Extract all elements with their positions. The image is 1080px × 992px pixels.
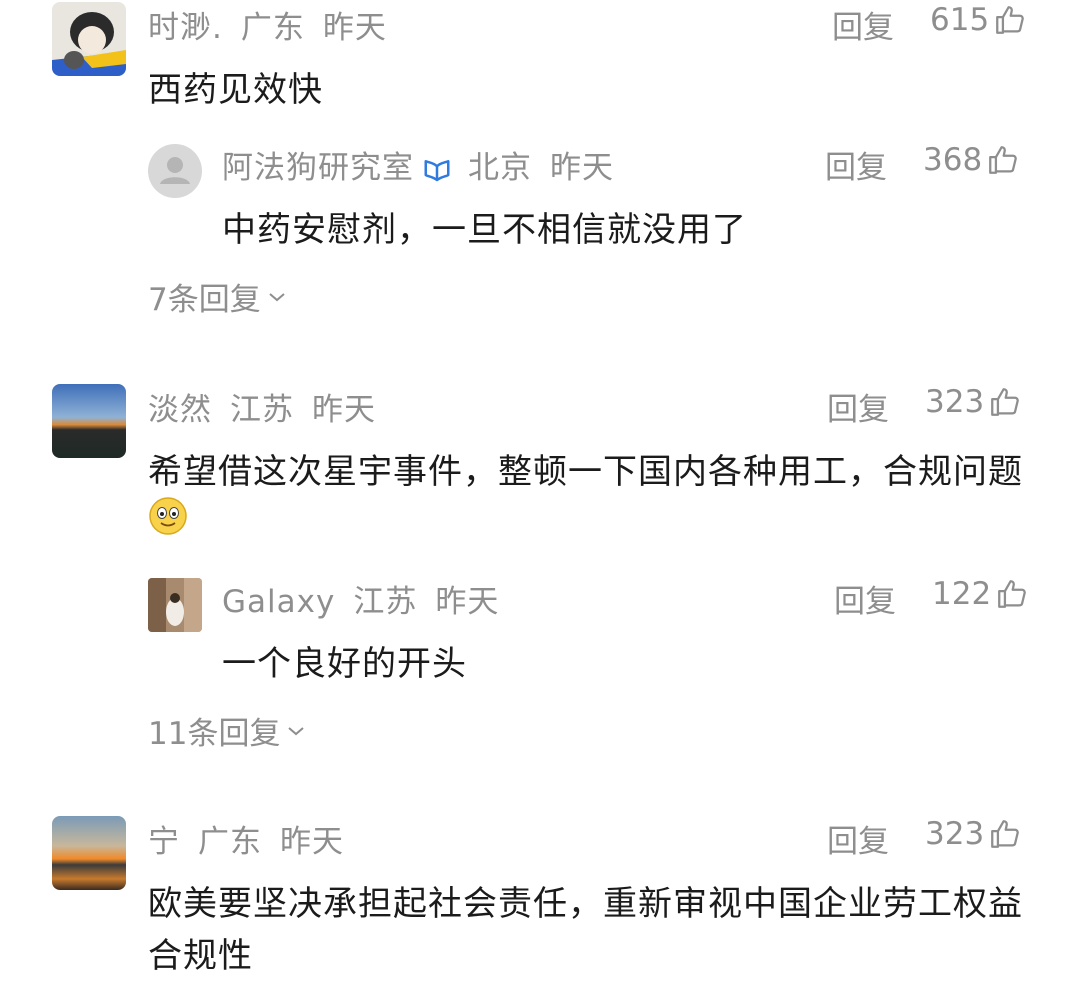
thumbs-up-icon <box>991 820 1019 848</box>
timestamp: 昨天 <box>550 150 614 186</box>
timestamp: 昨天 <box>280 824 344 860</box>
comment-text: 西药见效快 <box>148 70 323 110</box>
like-count: 615 <box>930 2 990 38</box>
thumbs-up-icon <box>996 6 1024 34</box>
reply-button[interactable]: 回复 <box>825 142 887 187</box>
verified-badge-icon <box>424 159 450 181</box>
more-replies-link[interactable]: 11条回复 <box>148 708 306 753</box>
comment-text-line-2: 合规性 <box>148 936 253 976</box>
reply-meta: Galaxy 江苏 昨天 <box>222 576 517 621</box>
like-count: 122 <box>932 576 992 612</box>
chevron-down-icon <box>269 292 285 301</box>
timestamp: 昨天 <box>322 10 387 46</box>
reply-meta: 阿法狗研究室 北京 昨天 <box>222 142 632 187</box>
thumbs-up-icon <box>991 388 1019 416</box>
thumbs-up-icon <box>998 580 1026 608</box>
timestamp: 昨天 <box>435 584 500 620</box>
more-replies-label: 7条回复 <box>148 282 261 318</box>
reply-button[interactable]: 回复 <box>832 2 894 47</box>
like-button[interactable]: 122 <box>932 576 1029 612</box>
location: 江苏 <box>353 584 418 620</box>
chevron-down-icon <box>288 726 305 735</box>
more-replies-link[interactable]: 7条回复 <box>148 274 287 319</box>
avatar[interactable] <box>52 2 126 76</box>
location: 广东 <box>198 824 262 860</box>
like-count: 368 <box>923 142 983 178</box>
avatar[interactable] <box>52 816 126 890</box>
like-button[interactable]: 323 <box>925 384 1022 420</box>
comment-meta: 宁广东 昨天 <box>148 816 362 861</box>
location: 北京 <box>468 150 532 186</box>
like-button[interactable]: 323 <box>925 816 1022 852</box>
smile-emoji-icon <box>149 497 187 535</box>
location: 江苏 <box>230 392 294 428</box>
more-replies-label: 11条回复 <box>148 716 281 752</box>
comment-meta: 时渺. 广东 昨天 <box>148 2 405 47</box>
like-button[interactable]: 368 <box>923 142 1020 178</box>
reply-text: 中药安慰剂，一旦不相信就没用了 <box>222 210 747 250</box>
avatar[interactable] <box>148 578 202 632</box>
timestamp: 昨天 <box>312 392 376 428</box>
avatar[interactable] <box>52 384 126 458</box>
reply-button[interactable]: 回复 <box>827 816 889 861</box>
thumbs-up-icon <box>989 146 1017 174</box>
username[interactable]: Galaxy <box>222 584 335 620</box>
username[interactable]: 宁 <box>148 824 180 860</box>
reply-text: 一个良好的开头 <box>222 644 467 684</box>
username[interactable]: 时渺. <box>148 10 223 46</box>
reply-button[interactable]: 回复 <box>827 384 889 429</box>
like-count: 323 <box>925 384 985 420</box>
username[interactable]: 阿法狗研究室 <box>222 150 414 186</box>
location: 广东 <box>240 10 305 46</box>
avatar[interactable] <box>148 144 202 198</box>
reply-button[interactable]: 回复 <box>834 576 896 621</box>
comment-text-line-1: 欧美要坚决承担起社会责任，重新审视中国企业劳工权益 <box>148 884 1023 924</box>
comment-text: 希望借这次星宇事件，整顿一下国内各种用工，合规问题 <box>148 452 1023 492</box>
like-button[interactable]: 615 <box>930 2 1027 38</box>
like-count: 323 <box>925 816 985 852</box>
comment-meta: 淡然 江苏 昨天 <box>148 384 394 429</box>
username[interactable]: 淡然 <box>148 392 212 428</box>
